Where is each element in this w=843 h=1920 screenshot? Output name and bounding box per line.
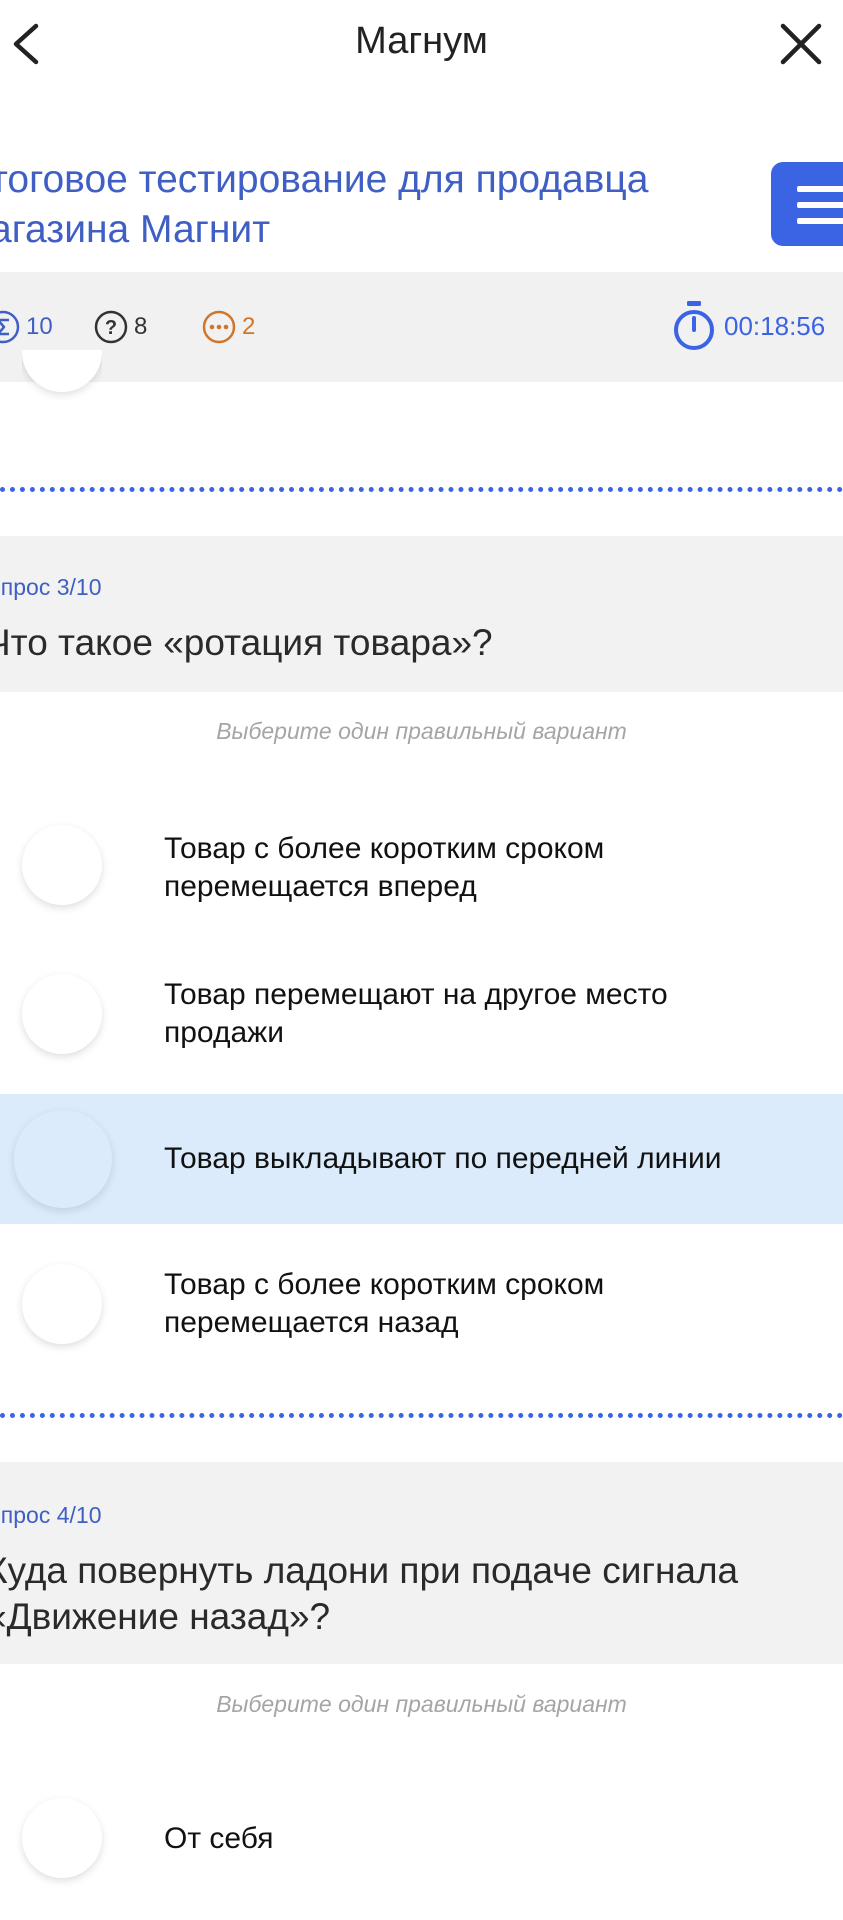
answer-option[interactable]: Товар с более коротким сроком перемещает… — [0, 790, 843, 936]
question-header: опрос 3/10 Что такое «ротация товара»? — [0, 536, 843, 692]
test-title-line1: тоговое тестирование для продавца — [0, 158, 649, 201]
answer-option[interactable]: От себя — [0, 1758, 843, 1920]
more-dots-icon — [202, 310, 236, 344]
answer-option[interactable]: Товар перемещают на другое место продажи — [0, 936, 843, 1094]
total-count: 10 — [26, 313, 53, 340]
test-title: тоговое тестирование для продавца агазин… — [0, 155, 710, 255]
question-text-line2: «Движение назад»? — [0, 1596, 331, 1637]
option-label: Товар выкладывают по передней линии — [164, 1142, 722, 1175]
radio-button-selected[interactable] — [14, 1110, 112, 1208]
skipped-stat: 2 — [202, 310, 255, 344]
question-divider — [0, 487, 843, 493]
option-label: Товар перемещают на другое место продажи — [164, 976, 834, 1052]
question-header: опрос 4/10 Куда повернуть ладони при под… — [0, 1462, 843, 1664]
question-number: опрос 3/10 — [0, 574, 102, 600]
timer: 00:18:56 — [672, 300, 825, 352]
question-text-line1: Куда повернуть ладони при подаче сигнала — [0, 1550, 739, 1591]
radio-button[interactable] — [22, 1264, 102, 1344]
option-label: От себя — [164, 1822, 274, 1855]
app-title: Магнум — [355, 20, 488, 62]
option-label-line2: перемещается вперед — [164, 870, 477, 903]
radio-button[interactable] — [22, 1798, 102, 1878]
option-label-line2: продажи — [164, 1016, 284, 1049]
status-bar: 10 ? 8 2 00:18:56 — [0, 272, 843, 382]
question-hint: Выберите один правильный вариант — [216, 1691, 627, 1717]
radio-button[interactable] — [22, 825, 102, 905]
previous-option-radio[interactable] — [22, 350, 102, 420]
timer-value: 00:18:56 — [724, 310, 826, 341]
hamburger-menu-icon — [797, 186, 843, 224]
option-label-line2: перемещается назад — [164, 1306, 459, 1339]
question-text: Что такое «ротация товара»? — [0, 622, 493, 663]
close-button[interactable] — [777, 20, 825, 68]
radio-button[interactable] — [22, 974, 102, 1054]
question-text: Куда повернуть ладони при подаче сигнала… — [0, 1548, 738, 1640]
test-title-line2: агазина Магнит — [0, 208, 271, 251]
question-number: опрос 4/10 — [0, 1502, 102, 1528]
question-hint: Выберите один правильный вариант — [216, 718, 627, 744]
answer-option[interactable]: Товар с более коротким сроком перемещает… — [0, 1224, 843, 1386]
answer-option-selected[interactable]: Товар выкладывают по передней линии — [0, 1094, 843, 1224]
total-questions-stat: 10 — [0, 310, 53, 344]
sigma-icon — [0, 310, 20, 344]
question-circle-icon: ? — [94, 310, 128, 344]
close-icon — [780, 23, 822, 65]
stopwatch-icon — [674, 301, 714, 350]
svg-text:?: ? — [105, 317, 117, 339]
menu-button[interactable] — [771, 162, 843, 246]
unanswered-count: 8 — [134, 313, 148, 340]
question-divider — [0, 1413, 843, 1419]
option-label-line1: Товар перемещают на другое место — [164, 978, 668, 1011]
skipped-count: 2 — [242, 313, 256, 340]
top-bar: Магнум — [0, 0, 843, 88]
option-label-line1: Товар с более коротким сроком — [164, 832, 605, 865]
option-label: Товар с более коротким сроком перемещает… — [164, 1266, 834, 1342]
option-label: Товар с более коротким сроком перемещает… — [164, 830, 834, 906]
option-label-line1: Товар с более коротким сроком — [164, 1268, 605, 1301]
unanswered-stat: ? 8 — [94, 310, 147, 344]
